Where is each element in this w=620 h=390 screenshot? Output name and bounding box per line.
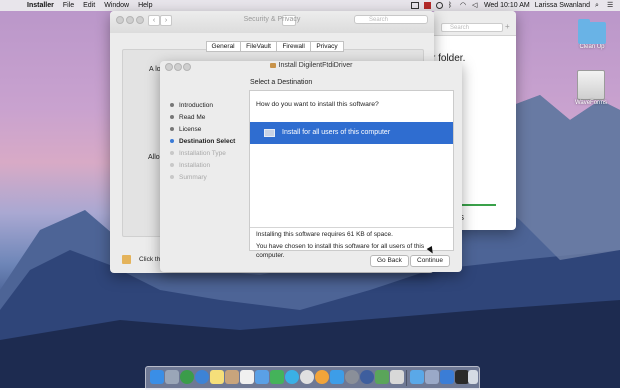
lock-icon[interactable] xyxy=(122,255,131,264)
calendar-icon[interactable] xyxy=(240,370,254,384)
search-field[interactable]: Search xyxy=(354,15,428,24)
list-icon[interactable]: ☰ xyxy=(607,2,614,9)
installer-icon[interactable] xyxy=(360,370,374,384)
red-app-icon[interactable] xyxy=(423,2,431,9)
photos-icon[interactable] xyxy=(315,370,329,384)
notes-icon[interactable] xyxy=(210,370,224,384)
menu-edit[interactable]: Edit xyxy=(83,2,95,9)
chrome-icon[interactable] xyxy=(180,370,194,384)
finder-icon[interactable] xyxy=(150,370,164,384)
search-icon[interactable]: ⌕ xyxy=(595,2,602,9)
step-read-me: Read Me xyxy=(170,111,235,123)
step-dot-icon xyxy=(170,115,174,119)
volume-icon[interactable]: ◁ xyxy=(472,2,479,9)
step-dot-icon xyxy=(170,139,174,143)
step-license: License xyxy=(170,123,235,135)
trash-icon[interactable] xyxy=(468,370,478,384)
step-introduction: Introduction xyxy=(170,99,235,111)
launchpad-icon[interactable] xyxy=(165,370,179,384)
tab-firewall[interactable]: Firewall xyxy=(276,41,311,52)
install-question: How do you want to install this software… xyxy=(256,101,379,108)
bluetooth-icon[interactable]: ᛒ xyxy=(448,2,455,9)
display-icon[interactable] xyxy=(410,2,419,9)
folder-icon xyxy=(578,19,606,44)
step-dot-icon xyxy=(170,175,174,179)
desktop-icon-label: Clean Up xyxy=(579,44,605,50)
continue-button[interactable]: Continue xyxy=(410,255,451,267)
space-required-text: Installing this software requires 61 KB … xyxy=(256,231,393,238)
computer-icon xyxy=(264,129,275,137)
search-field[interactable]: Search xyxy=(441,23,503,32)
mail-icon[interactable] xyxy=(255,370,269,384)
menu-window[interactable]: Window xyxy=(104,2,129,9)
window-toolbar: Search + xyxy=(432,11,516,36)
downloads-icon[interactable] xyxy=(425,370,439,384)
disk-image-icon xyxy=(577,70,605,100)
add-icon[interactable]: + xyxy=(505,22,510,31)
tab-filevault[interactable]: FileVault xyxy=(240,41,277,52)
appstore-icon[interactable] xyxy=(440,370,454,384)
terminal-icon[interactable] xyxy=(390,370,404,384)
messages-icon[interactable] xyxy=(285,370,299,384)
installer-steps: Introduction Read Me License Destination… xyxy=(170,99,235,183)
wifi-icon[interactable]: ◠ xyxy=(460,2,467,9)
music-icon[interactable] xyxy=(300,370,314,384)
tab-privacy[interactable]: Privacy xyxy=(310,41,344,52)
contacts-icon[interactable] xyxy=(225,370,239,384)
user-name[interactable]: Larissa Swanland xyxy=(535,2,590,9)
step-installation-type: Installation Type xyxy=(170,147,235,159)
facetime-icon[interactable] xyxy=(270,370,284,384)
menu-file[interactable]: File xyxy=(63,2,74,9)
go-back-button[interactable]: Go Back xyxy=(370,255,409,267)
tab-bar: General FileVault Firewall Privacy xyxy=(205,41,344,52)
installer-window: Install DigilentFtdiDriver Select a Dest… xyxy=(160,61,462,272)
menu-installer[interactable]: Installer xyxy=(27,2,54,9)
desktop-icon-waveforms[interactable]: WaveForms xyxy=(571,70,611,106)
dock-separator xyxy=(406,370,407,386)
option-label: Install for all users of this computer xyxy=(282,129,391,136)
safari-icon[interactable] xyxy=(195,370,209,384)
step-dot-icon xyxy=(170,163,174,167)
panel-text-fragment-2: Allo xyxy=(148,154,160,161)
package-icon xyxy=(269,62,276,68)
folder-icon[interactable] xyxy=(410,370,424,384)
time-machine-icon[interactable] xyxy=(435,2,443,9)
step-installation: Installation xyxy=(170,159,235,171)
section-title: Select a Destination xyxy=(250,79,313,86)
window-titlebar: Install DigilentFtdiDriver xyxy=(160,61,462,71)
step-summary: Summary xyxy=(170,171,235,183)
clock[interactable]: Wed 10:10 AM xyxy=(484,2,530,9)
app-store-icon[interactable] xyxy=(330,370,344,384)
dock xyxy=(145,366,480,390)
window-titlebar: ‹ › Security & Privacy Search xyxy=(110,11,434,33)
destination-panel: How do you want to install this software… xyxy=(249,90,454,259)
step-dot-icon xyxy=(170,151,174,155)
window-title: Install DigilentFtdiDriver xyxy=(278,62,353,69)
step-dot-icon xyxy=(170,103,174,107)
menu-bar: Installer File Edit Window Help ᛒ ◠ ◁ We… xyxy=(0,0,620,11)
panel-text-fragment: A lo xyxy=(149,66,161,73)
desktop-icon-label: WaveForms xyxy=(574,100,608,106)
install-all-users-option[interactable]: Install for all users of this computer xyxy=(250,122,453,144)
desktop-icon-clean-up[interactable]: Clean Up xyxy=(572,19,612,50)
preferences-icon[interactable] xyxy=(345,370,359,384)
menu-help[interactable]: Help xyxy=(138,2,152,9)
divider xyxy=(250,227,453,228)
tab-general[interactable]: General xyxy=(205,41,241,52)
utility-icon[interactable] xyxy=(375,370,389,384)
display-icon[interactable] xyxy=(455,370,469,384)
step-dot-icon xyxy=(170,127,174,131)
step-destination-select: Destination Select xyxy=(170,135,235,147)
